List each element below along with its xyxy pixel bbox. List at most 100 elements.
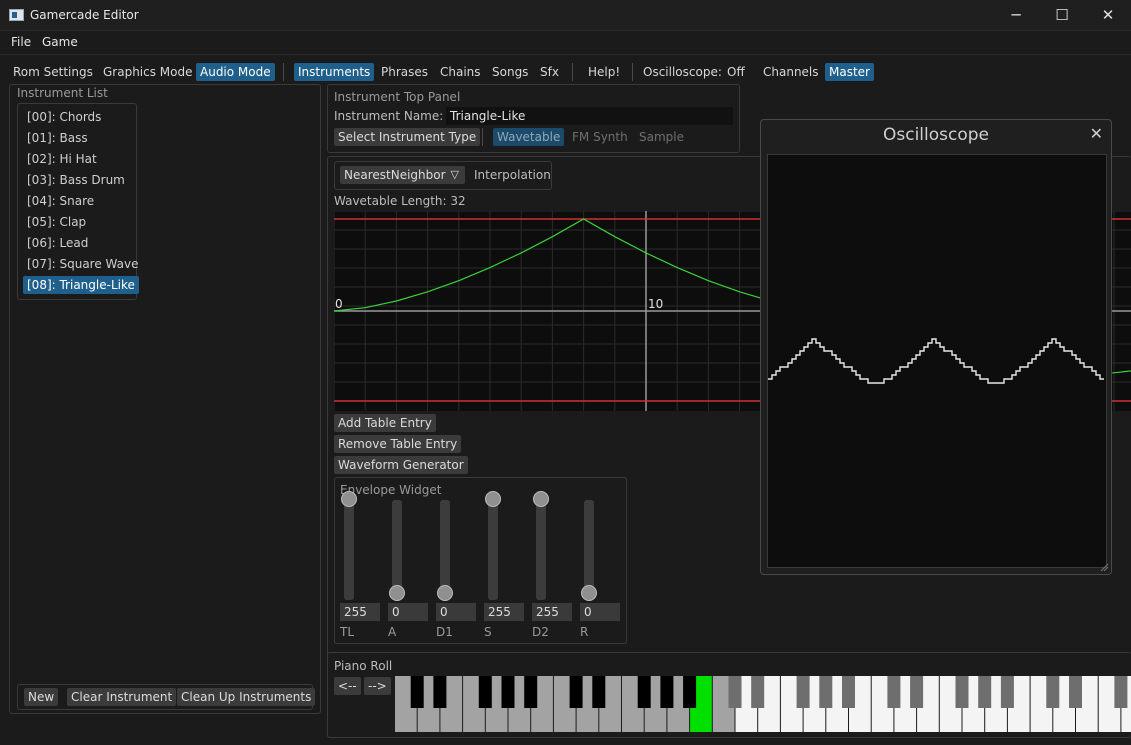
envelope-slider-knob[interactable] <box>485 491 501 507</box>
menu-game[interactable]: Game <box>42 35 78 49</box>
envelope-value-field[interactable]: 0 <box>388 603 428 621</box>
triangle-down-icon: ▽ <box>450 168 459 181</box>
piano-black-key[interactable] <box>910 676 924 708</box>
axis-label-zero: 0 <box>335 297 343 311</box>
toolbar-separator <box>632 63 633 81</box>
list-item[interactable]: [02]: Hi Hat <box>23 150 101 168</box>
piano-black-key[interactable] <box>842 676 855 708</box>
piano-black-key[interactable] <box>660 676 674 708</box>
piano-black-key[interactable] <box>433 676 447 708</box>
list-item[interactable]: [01]: Bass <box>23 129 92 147</box>
envelope-value-field[interactable]: 255 <box>484 603 524 621</box>
sfx-tab[interactable]: Sfx <box>536 63 563 81</box>
instrument-name-label: Instrument Name: <box>334 109 444 123</box>
list-item[interactable]: [06]: Lead <box>23 234 92 252</box>
piano-black-key[interactable] <box>524 676 538 708</box>
piano-next-button[interactable]: --> <box>364 677 391 695</box>
maximize-button[interactable]: ☐ <box>1039 0 1085 31</box>
close-icon[interactable]: ✕ <box>1090 124 1103 143</box>
instrument-name-input[interactable]: Triangle-Like <box>446 107 733 125</box>
graphics-mode-tab[interactable]: Graphics Mode <box>99 63 197 81</box>
envelope-slider-knob[interactable] <box>341 491 357 507</box>
list-item-selected[interactable]: [08]: Triangle-Like <box>23 276 139 294</box>
piano-black-key[interactable] <box>478 676 492 708</box>
oscilloscope-display <box>767 154 1107 568</box>
interpolation-dropdown[interactable]: NearestNeighbor ▽ <box>340 166 465 184</box>
list-item[interactable]: [05]: Clap <box>23 213 90 231</box>
songs-tab[interactable]: Songs <box>488 63 532 81</box>
oscilloscope-off-option[interactable]: Off <box>723 63 749 81</box>
piano-black-key[interactable] <box>955 676 969 708</box>
envelope-slider-knob[interactable] <box>389 585 405 601</box>
instruments-tab[interactable]: Instruments <box>294 63 375 81</box>
piano-black-key[interactable] <box>637 676 651 708</box>
piano-black-key[interactable] <box>1000 676 1014 708</box>
envelope-value-field[interactable]: 255 <box>532 603 572 621</box>
chains-tab[interactable]: Chains <box>436 63 485 81</box>
piano-black-key[interactable] <box>592 676 606 708</box>
toolbar-separator <box>283 63 284 81</box>
envelope-slider-knob[interactable] <box>437 585 453 601</box>
oscilloscope-label: Oscilloscope: <box>643 65 722 79</box>
envelope-value-field[interactable]: 255 <box>340 603 380 621</box>
add-table-entry-button[interactable]: Add Table Entry <box>334 414 436 432</box>
envelope-value-field[interactable]: 0 <box>436 603 476 621</box>
clean-up-instruments-button[interactable]: Clean Up Instruments <box>177 688 316 706</box>
fm-synth-type-option[interactable]: FM Synth <box>568 128 632 146</box>
clear-instrument-button[interactable]: Clear Instrument <box>67 688 177 706</box>
new-instrument-button[interactable]: New <box>24 688 59 706</box>
piano-roll-title: Piano Roll <box>334 659 393 673</box>
piano-black-key[interactable] <box>410 676 424 708</box>
piano-black-key[interactable] <box>887 676 901 708</box>
envelope-slider-track[interactable] <box>536 500 546 600</box>
envelope-slider-knob[interactable] <box>533 491 549 507</box>
piano-black-key[interactable] <box>501 676 515 708</box>
oscilloscope-title: Oscilloscope <box>882 125 989 145</box>
piano-black-key[interactable] <box>1046 676 1060 708</box>
oscilloscope-window[interactable]: Oscilloscope ✕ <box>760 119 1112 575</box>
list-item[interactable]: [04]: Snare <box>23 192 98 210</box>
list-item[interactable]: [07]: Square Wave <box>23 255 143 273</box>
oscilloscope-master-option[interactable]: Master <box>825 63 874 81</box>
rom-settings-tab[interactable]: Rom Settings <box>9 63 97 81</box>
envelope-slider-track[interactable] <box>344 500 354 600</box>
instrument-top-panel-title: Instrument Top Panel <box>334 90 461 104</box>
piano-black-key[interactable] <box>751 676 765 708</box>
piano-keyboard[interactable] <box>395 676 1131 732</box>
piano-prev-button[interactable]: <-- <box>334 677 361 695</box>
menu-file[interactable]: File <box>11 35 31 49</box>
piano-black-key[interactable] <box>796 676 810 708</box>
piano-black-key[interactable] <box>1069 676 1082 708</box>
list-item[interactable]: [03]: Bass Drum <box>23 171 129 189</box>
title-bar: Gamercade Editor ─ ☐ ✕ <box>0 0 1131 31</box>
type-separator <box>482 128 483 146</box>
resize-grip-icon[interactable] <box>1099 562 1109 572</box>
select-instrument-type-button[interactable]: Select Instrument Type <box>334 128 481 146</box>
help-button[interactable]: Help! <box>584 63 624 81</box>
piano-black-key[interactable] <box>819 676 833 708</box>
window-title: Gamercade Editor <box>30 8 139 22</box>
piano-black-key[interactable] <box>683 676 697 708</box>
close-window-button[interactable]: ✕ <box>1085 0 1131 31</box>
piano-black-key[interactable] <box>569 676 583 708</box>
envelope-slider-track[interactable] <box>488 500 498 600</box>
interpolation-label: Interpolation <box>474 168 551 182</box>
phrases-tab[interactable]: Phrases <box>377 63 432 81</box>
envelope-param-label: R <box>580 625 589 639</box>
axis-label-ten: 10 <box>648 297 663 311</box>
minimize-button[interactable]: ─ <box>993 0 1039 31</box>
envelope-slider-knob[interactable] <box>581 585 597 601</box>
piano-black-key[interactable] <box>978 676 992 708</box>
remove-table-entry-button[interactable]: Remove Table Entry <box>334 435 462 453</box>
wavetable-type-option[interactable]: Wavetable <box>493 128 565 146</box>
oscilloscope-waveform <box>768 338 1104 384</box>
envelope-value-field[interactable]: 0 <box>580 603 620 621</box>
list-item[interactable]: [00]: Chords <box>23 108 105 126</box>
oscilloscope-channels-option[interactable]: Channels <box>759 63 823 81</box>
envelope-param-label: TL <box>340 625 355 639</box>
sample-type-option[interactable]: Sample <box>635 128 688 146</box>
piano-black-key[interactable] <box>728 676 742 708</box>
audio-mode-tab[interactable]: Audio Mode <box>196 63 275 81</box>
waveform-generator-button[interactable]: Waveform Generator <box>334 456 468 474</box>
piano-black-key[interactable] <box>1114 676 1128 708</box>
